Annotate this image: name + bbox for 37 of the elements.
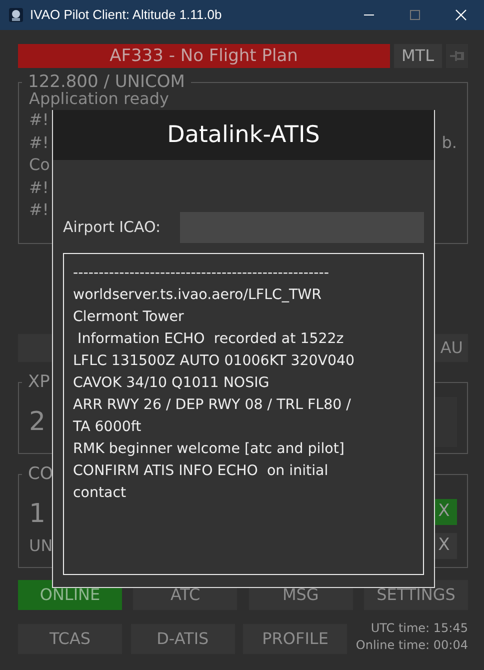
field-label: Airport ICAO: — [63, 217, 161, 238]
log-line: #! — [29, 199, 49, 221]
nav-button[interactable]: TCAS — [18, 624, 122, 654]
atis-line: TA 6000ft — [73, 418, 142, 437]
atis-line: RMK beginner welcome [atc and pilot] — [73, 440, 346, 459]
close-icon[interactable] — [455, 9, 467, 21]
atis-line: ARR RWY 26 / DEP RWY 08 / TRL FL80 / — [73, 396, 352, 415]
log-line: #! — [29, 132, 49, 154]
atis-line: Clermont Tower — [73, 308, 185, 327]
transponder-code: 2 — [29, 407, 46, 437]
atis-line: contact — [73, 484, 128, 503]
online-time: Online time: 00:04 — [356, 637, 468, 654]
atis-line: Information ECHO recorded at 1522z — [76, 330, 345, 349]
frequency-value: 1 — [29, 499, 47, 529]
log-line: b. — [442, 132, 457, 154]
log-line: Co — [29, 154, 50, 176]
maximize-icon[interactable] — [409, 9, 421, 21]
atis-line: LFLC 131500Z AUTO 01006KT 320V040 — [73, 352, 356, 371]
log-line: Application ready — [29, 89, 169, 109]
log-line: #! — [29, 176, 49, 198]
panel-legend: 122.800 / UNICOM — [22, 72, 191, 92]
atis-line: CONFIRM ATIS INFO ECHO on initial — [73, 462, 330, 481]
log-line: #! — [29, 109, 49, 131]
station-label: UN — [29, 535, 53, 557]
au-button[interactable]: AU — [435, 334, 468, 362]
dialog-title: Datalink-ATIS — [53, 110, 434, 160]
atis-line: -------------------------------------------------- — [73, 264, 330, 283]
callsign-bar: AF333 - No Flight Plan — [18, 44, 390, 68]
app-icon — [8, 7, 24, 23]
atis-line: CAVOK 34/10 Q1011 NOSIG — [73, 374, 270, 393]
window-title: IVAO Pilot Client: Altitude 1.11.0b — [29, 6, 223, 24]
mtl-button[interactable]: MTL — [394, 44, 442, 68]
atis-line: worldserver.ts.ivao.aero/LFLC_TWR — [73, 286, 323, 305]
nav-button[interactable]: D-ATIS — [130, 624, 235, 654]
nav-button[interactable]: PROFILE — [243, 624, 348, 654]
utc-time: UTC time: 15:45 — [370, 620, 468, 637]
pin-icon — [449, 50, 465, 62]
